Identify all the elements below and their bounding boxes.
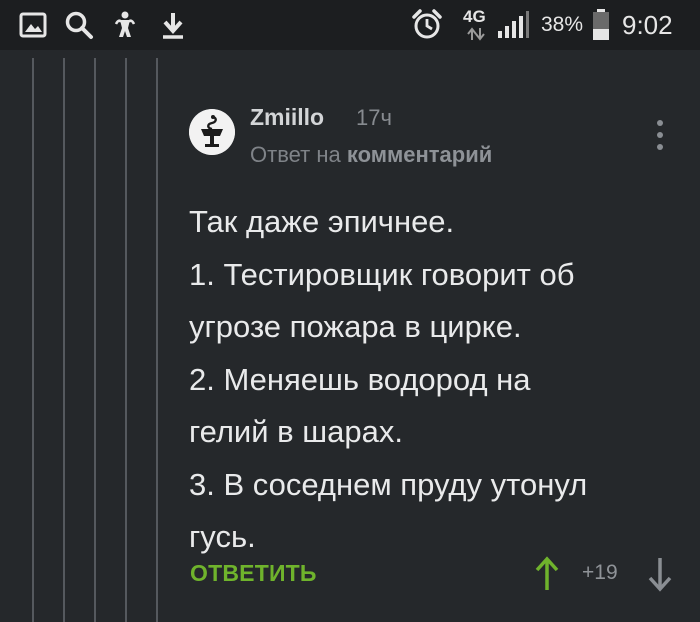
comment-line: 3. В соседнем пруду утонул: [189, 466, 588, 502]
caduceus-icon: [189, 109, 235, 155]
downvote-arrow-icon[interactable]: [645, 554, 675, 594]
network-type: 4G: [463, 7, 486, 26]
comment-line: Так даже эпичнее.: [189, 204, 455, 239]
thread-line: [63, 58, 65, 622]
clock: 9:02: [622, 10, 673, 40]
reply-to-prefix: Ответ на: [250, 142, 341, 167]
thread-indent-lines: [0, 58, 170, 622]
signal-icon: [496, 8, 530, 42]
reply-to-label: Ответ на комментарий: [250, 142, 492, 168]
upvote-arrow-icon[interactable]: [532, 554, 562, 594]
reply-button[interactable]: ОТВЕТИТЬ: [190, 560, 317, 587]
data-arrows-icon: [466, 27, 486, 41]
comment-body: Так даже эпичнее. 1. Тестировщик говорит…: [189, 196, 689, 564]
thread-line: [156, 58, 158, 622]
comment-line: 2. Меняешь водород на: [189, 361, 531, 397]
status-bar: 4G 38% 9:02: [0, 0, 700, 50]
thread-line: [94, 58, 96, 622]
comment: Zmiillo 17ч Ответ на комментарий Так даж…: [170, 80, 700, 622]
battery-icon: [590, 8, 612, 42]
reply-to-link[interactable]: комментарий: [347, 142, 492, 167]
thread-line: [32, 58, 34, 622]
comment-line: 1. Тестировщик говорит об: [189, 256, 575, 292]
comment-score: +19: [582, 561, 618, 584]
alarm-icon: [409, 8, 445, 42]
accessibility-icon: [110, 8, 140, 42]
comment-line: гелий в шарах.: [189, 414, 403, 449]
comment-line: гусь.: [189, 519, 256, 554]
more-options-icon[interactable]: [650, 118, 670, 152]
avatar[interactable]: [189, 109, 235, 155]
username[interactable]: Zmiillo: [250, 104, 324, 131]
battery-percent: 38%: [541, 13, 584, 36]
download-icon: [158, 8, 188, 42]
search-icon: [62, 8, 96, 42]
comment-time: 17ч: [356, 105, 392, 130]
comment-line: угрозе пожара в цирке.: [189, 309, 522, 344]
thread-line: [125, 58, 127, 622]
gallery-icon: [16, 8, 50, 42]
